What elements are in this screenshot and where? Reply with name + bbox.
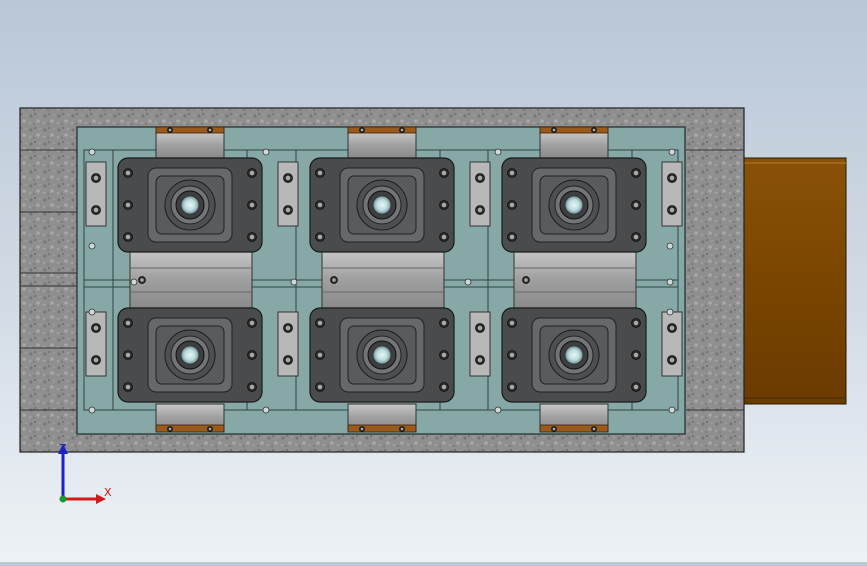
bore-icon (180, 345, 200, 365)
bore-icon (372, 195, 392, 215)
workpiece (501, 157, 647, 253)
workpiece (309, 157, 455, 253)
side-locator (277, 311, 299, 377)
locating-pin-icon (262, 148, 270, 156)
workpiece (117, 157, 263, 253)
locating-pin-icon (494, 148, 502, 156)
locating-pin-icon (464, 278, 472, 286)
cad-model-viewport[interactable] (0, 0, 867, 562)
jaw-block (155, 403, 225, 433)
locating-pin-icon (668, 406, 676, 414)
jaw-block (155, 126, 225, 159)
coordinate-triad: Z X (50, 440, 120, 520)
side-locator (85, 311, 107, 377)
workpiece (501, 307, 647, 403)
locating-pin-icon (668, 148, 676, 156)
locating-pin-icon (666, 242, 674, 250)
side-locator (661, 311, 683, 377)
jaw-block (539, 403, 609, 433)
bore-icon (180, 195, 200, 215)
locating-pin-icon (290, 278, 298, 286)
side-locator (85, 161, 107, 227)
locating-pin-icon (88, 148, 96, 156)
x-axis-label: X (104, 486, 112, 499)
bore-icon (372, 345, 392, 365)
locating-pin-icon (494, 406, 502, 414)
locating-pin-icon (666, 278, 674, 286)
origin-point (59, 495, 67, 503)
side-locator (661, 161, 683, 227)
locating-pin-icon (130, 278, 138, 286)
clamp-block (513, 249, 637, 309)
jaw-block (347, 126, 417, 159)
side-locator (469, 161, 491, 227)
jaw-block (347, 403, 417, 433)
jaw-block (539, 126, 609, 159)
clamp-block (321, 249, 445, 309)
locating-pin-icon (666, 308, 674, 316)
locating-pin-icon (88, 242, 96, 250)
side-locator (277, 161, 299, 227)
workpiece (309, 307, 455, 403)
bore-icon (564, 195, 584, 215)
clamp-block (129, 249, 253, 309)
workpiece (117, 307, 263, 403)
locating-pin-icon (88, 308, 96, 316)
locating-pin-icon (88, 406, 96, 414)
side-locator (469, 311, 491, 377)
locating-pin-icon (262, 406, 270, 414)
z-axis-label: Z (59, 442, 67, 455)
bore-icon (564, 345, 584, 365)
